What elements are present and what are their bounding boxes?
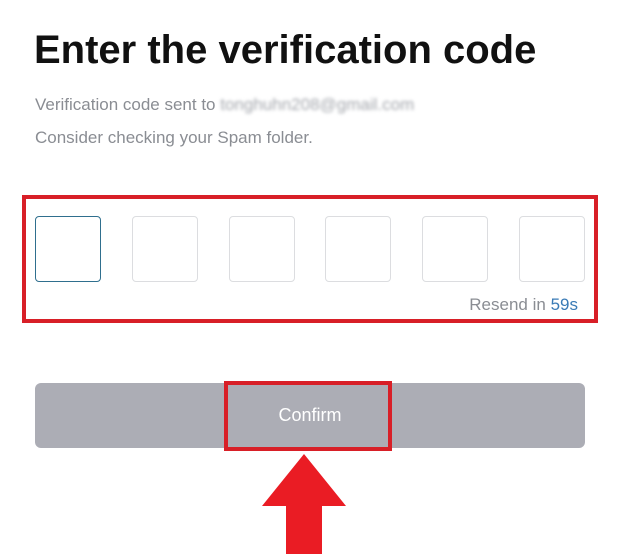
- sent-to-label: Verification code sent to: [35, 95, 216, 114]
- sent-to-text: Verification code sent to tonghuhn208@gm…: [35, 94, 414, 116]
- up-arrow-icon: [262, 454, 346, 554]
- code-input-highlight: [22, 195, 598, 323]
- page-title: Enter the verification code: [34, 28, 537, 72]
- email-address: tonghuhn208@gmail.com: [220, 95, 415, 114]
- spam-hint: Consider checking your Spam folder.: [35, 128, 313, 147]
- confirm-button-highlight: [224, 381, 392, 451]
